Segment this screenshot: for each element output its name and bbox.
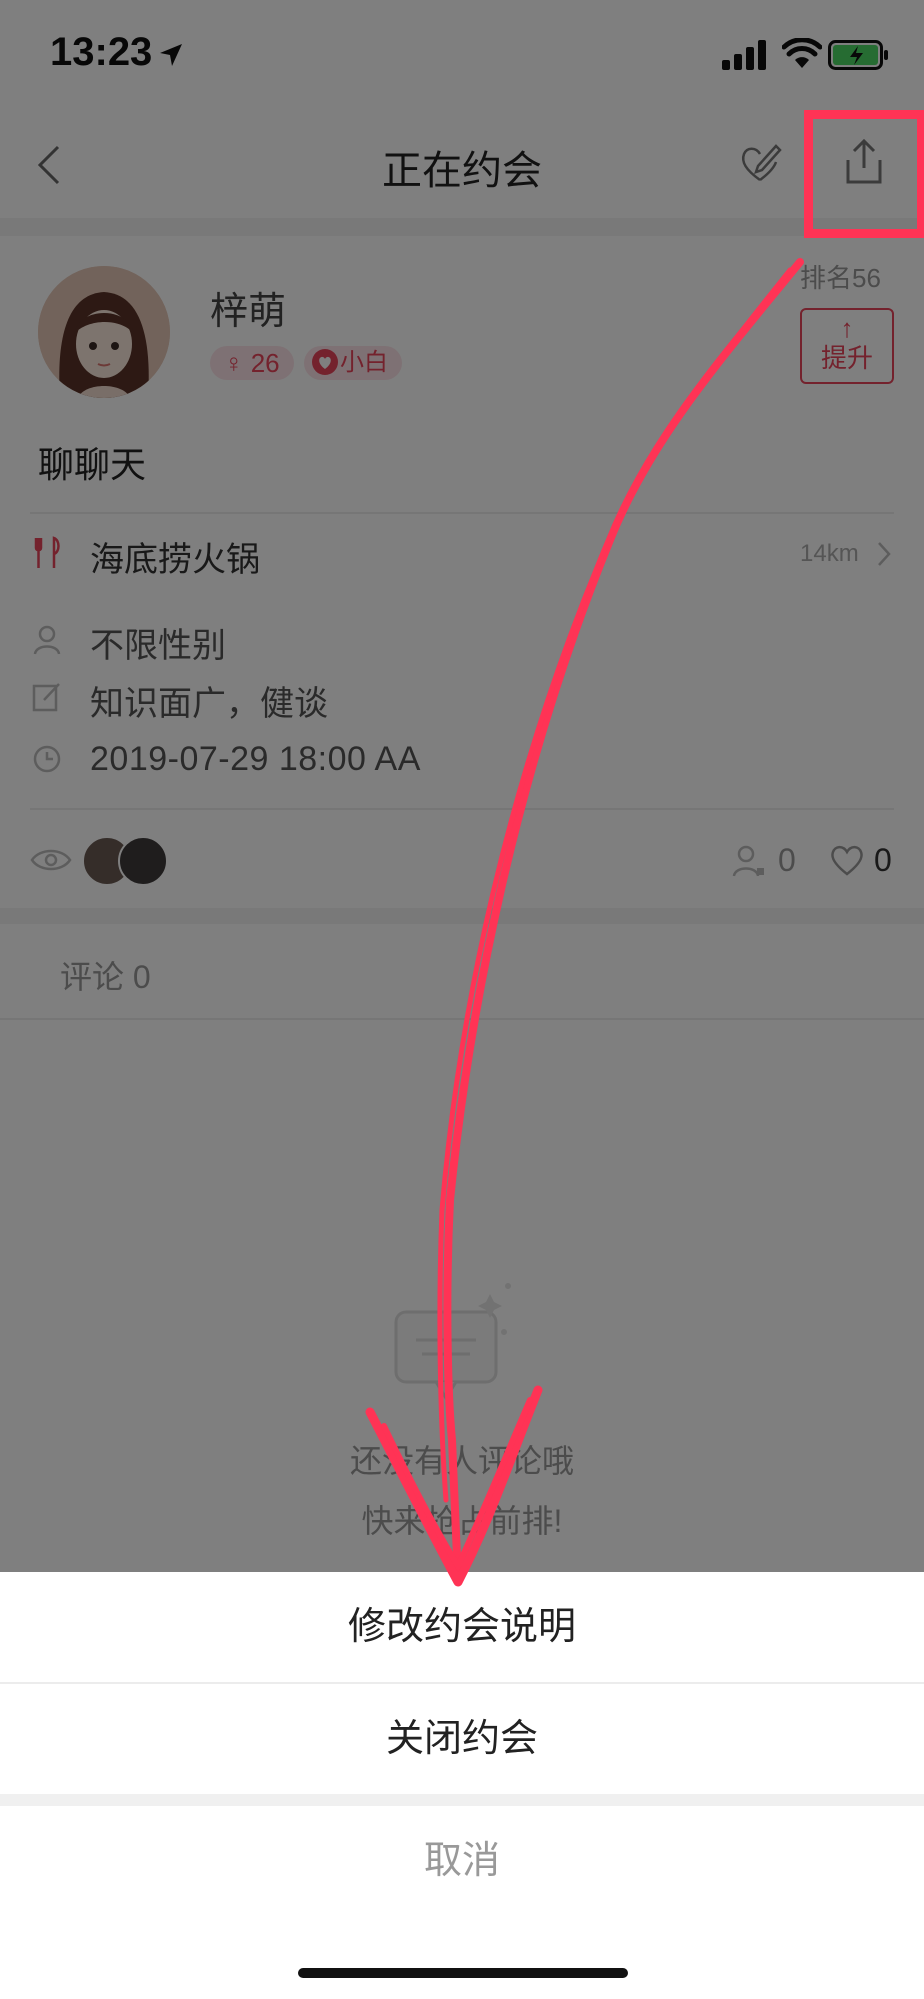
- edit-description-button[interactable]: 修改约会说明: [0, 1572, 924, 1684]
- home-indicator: [298, 1968, 628, 1978]
- annotation-highlight-box: [804, 110, 924, 238]
- modal-overlay[interactable]: [0, 0, 924, 1572]
- cancel-button[interactable]: 取消: [0, 1806, 924, 1916]
- close-date-button[interactable]: 关闭约会: [0, 1684, 924, 1794]
- sheet-separator: [0, 1794, 924, 1806]
